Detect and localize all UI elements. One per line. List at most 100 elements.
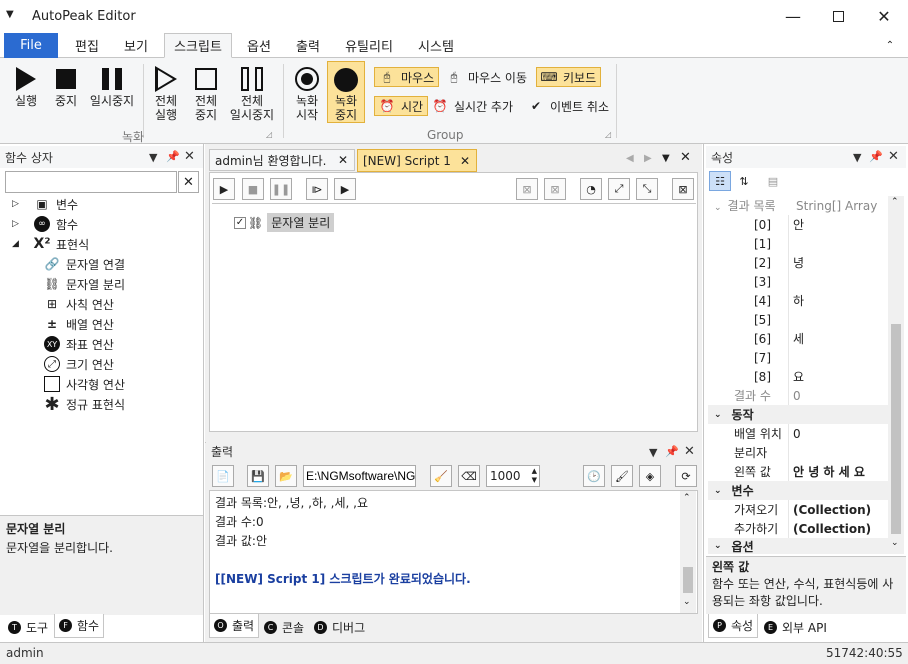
script-node-string-split[interactable]: ✓ ⛓ 문자열 분리 [234, 213, 335, 232]
timestamp-button[interactable]: 🕑 [583, 465, 605, 487]
dropdown-icon[interactable]: ▼ [149, 151, 157, 164]
tab-script[interactable]: 스크립트 [164, 33, 232, 58]
run-to-button[interactable]: ▶ [334, 178, 356, 200]
prop-row-item[interactable]: [5] [708, 310, 888, 329]
collapse-icon[interactable]: ⌄ [714, 486, 722, 496]
editor-tab-welcome[interactable]: admin님 환영합니다. ✕ [209, 149, 355, 171]
close-icon[interactable]: ✕ [680, 150, 691, 165]
mouse-move-button[interactable]: 🖰 마우스 이동 [442, 67, 531, 87]
new-log-button[interactable]: 📄 [212, 465, 234, 487]
refresh-output-button[interactable]: ⟳ [675, 465, 697, 487]
prop-row-item[interactable]: [0] 안 [708, 215, 888, 234]
realtime-add-button[interactable]: ⏰ 실시간 추가 [428, 96, 517, 116]
close-icon[interactable]: ✕ [684, 444, 695, 459]
dropdown-icon[interactable]: ▼ [662, 153, 670, 164]
close-icon[interactable]: ✕ [184, 149, 195, 164]
run-button[interactable]: 실행 [8, 64, 44, 108]
tree-item-arithmetic[interactable]: ⊞ 사칙 연산 [44, 294, 114, 314]
tree-item-function[interactable]: ▷ ∞ 함수 [12, 214, 78, 234]
prop-row-item[interactable]: [6] 세 [708, 329, 888, 348]
stop-all-button[interactable]: 전체 중지 [188, 64, 224, 122]
open-folder-button[interactable]: 📂 [275, 465, 297, 487]
prop-row-item[interactable]: [2] 녕 [708, 253, 888, 272]
minimize-button[interactable]: — [770, 0, 816, 32]
pause-all-button[interactable]: 전체 일시중지 [226, 64, 278, 122]
scroll-down-icon[interactable]: ⌄ [891, 538, 899, 548]
tab-output-log[interactable]: O 출력 [209, 614, 260, 638]
script-run-button[interactable]: ▶ [213, 178, 235, 200]
tab-file[interactable]: File [4, 33, 58, 58]
stepper-arrows-icon[interactable]: ▲ ▼ [532, 467, 537, 485]
log-path-input[interactable] [303, 465, 416, 487]
dialog-launcher-icon[interactable]: ◿ [605, 130, 611, 139]
prop-row-item[interactable]: [4] 하 [708, 291, 888, 310]
tab-edit[interactable]: 편집 [64, 33, 110, 58]
dialog-launcher-icon[interactable]: ◿ [266, 130, 272, 139]
tree-item-array-op[interactable]: ± 배열 연산 [44, 314, 114, 334]
output-log[interactable]: 결과 목록:안, ,녕, ,하, ,세, ,요 결과 수:0 결과 값:안 [[… [209, 490, 698, 614]
collapse-ribbon-icon[interactable]: ⌃ [880, 33, 900, 58]
scroll-down-icon[interactable]: ⌄ [683, 597, 691, 607]
close-button[interactable]: ✕ [861, 0, 907, 32]
collapse-icon[interactable]: ⌄ [714, 541, 722, 551]
fill-button[interactable]: ◈ [639, 465, 661, 487]
properties-scrollbar[interactable]: ⌃ ⌄ [888, 196, 904, 554]
pin-icon[interactable]: 📌 [869, 150, 883, 163]
tab-output[interactable]: 출력 [285, 33, 331, 58]
prop-row-left-value[interactable]: 왼쪽 값 안 녕 하 세 요 [708, 462, 888, 481]
tab-tools[interactable]: T 도구 [4, 616, 52, 638]
expand-icon[interactable]: ▷ [12, 199, 24, 209]
save-log-button[interactable]: 💾 [247, 465, 269, 487]
tab-external-api[interactable]: E 외부 API [760, 616, 831, 638]
prop-row-item[interactable]: [8] 요 [708, 367, 888, 386]
disable-all-button[interactable]: ⊠ [544, 178, 566, 200]
prop-category-option[interactable]: ⌄ 옵션 [708, 538, 888, 554]
pin-icon[interactable]: 📌 [166, 150, 180, 163]
tab-view[interactable]: 보기 [113, 33, 159, 58]
close-tab-icon[interactable]: ✕ [338, 153, 348, 167]
prop-row-array-index[interactable]: 배열 위치 0 [708, 424, 888, 443]
close-tab-icon[interactable]: ✕ [460, 154, 470, 168]
prop-row-result-list[interactable]: ⌄ 결과 목록 String[] Array [708, 196, 888, 215]
scroll-thumb[interactable] [891, 324, 901, 534]
prop-row-item[interactable]: [1] [708, 234, 888, 253]
tab-options[interactable]: 옵션 [236, 33, 282, 58]
time-toggle[interactable]: ⏰ 시간 [374, 96, 429, 116]
tab-system[interactable]: 시스템 [407, 33, 465, 58]
dropdown-icon[interactable]: ▼ [853, 151, 861, 164]
delete-button[interactable]: ⊠ [672, 178, 694, 200]
prop-row-item[interactable]: [3] [708, 272, 888, 291]
tab-properties[interactable]: P 속성 [708, 614, 759, 638]
pin-icon[interactable]: 📌 [665, 445, 679, 458]
prop-row-item[interactable]: [7] [708, 348, 888, 367]
tree-item-coord-op[interactable]: XY 좌표 연산 [44, 334, 114, 354]
run-all-button[interactable]: 전체 실행 [148, 64, 184, 122]
scroll-thumb[interactable] [683, 567, 693, 593]
scroll-up-icon[interactable]: ⌃ [891, 197, 899, 207]
prop-category-action[interactable]: ⌄ 동작 [708, 405, 888, 424]
close-icon[interactable]: ✕ [888, 149, 899, 164]
clean-button[interactable]: 🧹 [430, 465, 452, 487]
collapse-icon[interactable]: ◢ [12, 239, 24, 249]
brush-button[interactable]: 🖌 [611, 465, 633, 487]
eraser-button[interactable]: ⌫ [458, 465, 480, 487]
tab-console[interactable]: C 콘솔 [260, 616, 308, 638]
maximize-button[interactable] [815, 0, 861, 32]
prop-category-variable[interactable]: ⌄ 변수 [708, 481, 888, 500]
output-scrollbar[interactable]: ⌃ ⌄ [680, 491, 696, 613]
scroll-right-icon[interactable]: ▶ [644, 153, 652, 164]
tab-debug[interactable]: D 디버그 [310, 616, 369, 638]
function-search-input[interactable] [5, 171, 177, 193]
system-menu-icon[interactable]: ▼ [6, 9, 14, 20]
node-checkbox[interactable]: ✓ [234, 216, 246, 229]
script-pause-button[interactable]: ❚❚ [270, 178, 292, 200]
script-stop-button[interactable]: ■ [242, 178, 264, 200]
tree-item-string-concat[interactable]: 🔗 문자열 연결 [44, 254, 126, 274]
event-cancel-button[interactable]: ✔ 이벤트 취소 [524, 96, 613, 116]
tree-item-regex[interactable]: ✱ 정규 표현식 [44, 394, 125, 415]
tree-item-expression[interactable]: ◢ X² 표현식 [12, 234, 89, 254]
record-start-button[interactable]: 녹화 시작 [288, 64, 326, 122]
expand-icon[interactable]: ▷ [12, 219, 24, 229]
scroll-left-icon[interactable]: ◀ [626, 153, 634, 164]
prop-row-result-count[interactable]: 결과 수 0 [708, 386, 888, 405]
